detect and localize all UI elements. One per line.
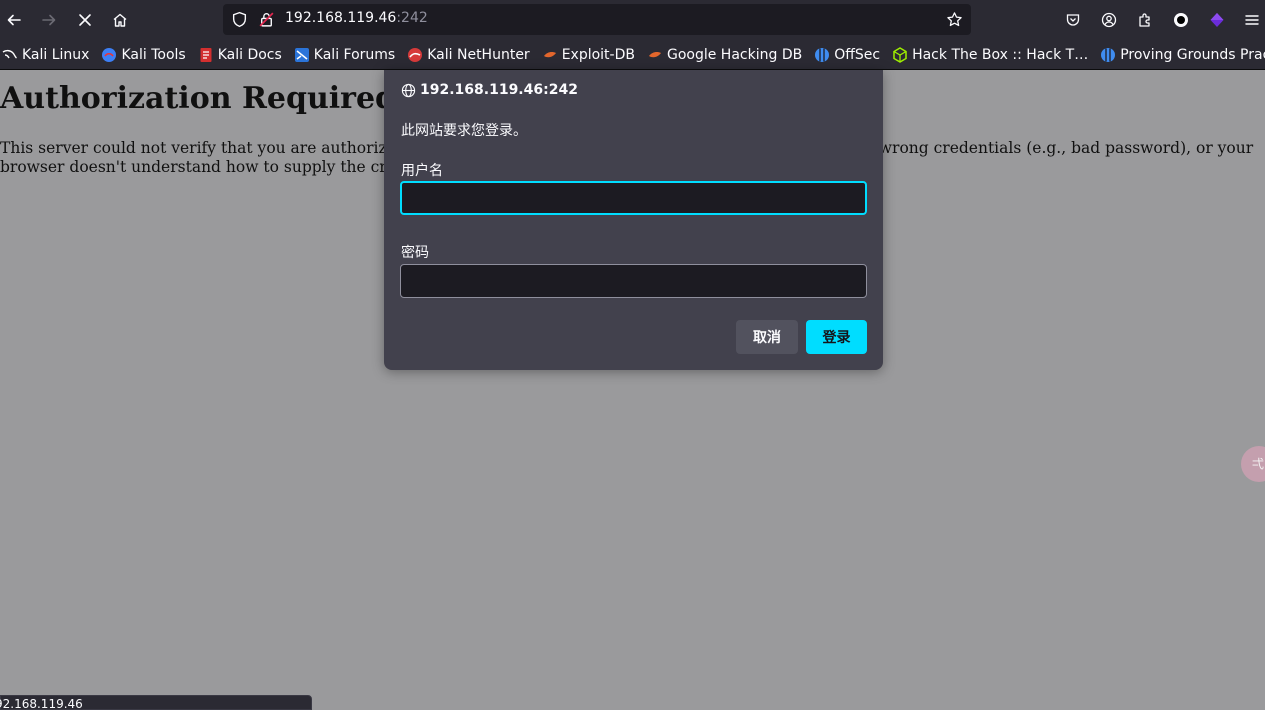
url-host: 192.168.119.46 [285,10,397,26]
bookmark-label: Kali Forums [313,46,396,63]
extensions-icon[interactable] [1131,6,1159,34]
login-button[interactable]: 登录 [806,320,867,354]
bookmark-google-hacking-db[interactable]: Google Hacking DB [647,40,802,70]
status-bar: 92.168.119.46 [0,695,312,710]
dialog-message: 此网站要求您登录。 [401,123,527,139]
proving-grounds-icon [1101,47,1116,62]
ghdb-icon [648,51,661,57]
password-label: 密码 [401,245,429,261]
bookmark-offsec[interactable]: OffSec [814,40,880,70]
home-icon[interactable] [106,6,134,34]
globe-icon [401,83,416,97]
dialog-host-text: 192.168.119.46:242 [420,82,578,98]
bookmark-label: Proving Grounds Pract… [1120,46,1265,63]
bookmark-label: OffSec [834,46,881,63]
bookmark-kali-tools[interactable]: Kali Tools [101,40,186,70]
shield-icon[interactable] [231,11,248,28]
browser-toolbar: 192.168.119.46:242 [0,0,1265,40]
bookmark-label: Google Hacking DB [666,46,803,63]
username-label: 用户名 [401,163,443,179]
kali-tools-icon [102,47,117,62]
account-icon[interactable] [1095,6,1123,34]
hackthebox-icon [893,46,907,63]
url-port: :242 [396,10,428,26]
password-input[interactable] [400,264,867,298]
kali-docs-icon [200,47,212,62]
star-icon[interactable] [946,11,963,28]
extension-circle-icon[interactable] [1167,6,1195,34]
nethunter-icon [408,47,423,62]
forward-arrow-icon[interactable] [35,6,63,34]
auth-dialog: 192.168.119.46:242 此网站要求您登录。 用户名 密码 取消 登… [384,70,883,370]
bookmark-label: Kali Linux [22,46,90,63]
bookmark-hack-the-box[interactable]: Hack The Box :: Hack T… [892,40,1088,70]
bookmarks-toolbar: Kali Linux Kali Tools Kali Docs Kali For… [0,40,1265,70]
bookmark-label: Exploit-DB [561,46,635,63]
exploit-db-icon [543,51,556,57]
menu-icon[interactable] [1238,6,1265,34]
page-title: Authorization Required [0,81,397,116]
bookmark-label: Hack The Box :: Hack T… [912,46,1089,63]
insecure-lock-icon[interactable] [258,11,275,28]
bookmark-label: Kali Docs [217,46,282,63]
status-url-text: 92.168.119.46 [0,697,83,710]
bookmark-kali-forums[interactable]: Kali Forums [294,40,395,70]
bookmark-kali-docs[interactable]: Kali Docs [198,40,282,70]
floating-widget-label: 弌 [1252,457,1265,471]
dialog-host: 192.168.119.46:242 [401,82,578,98]
bookmark-kali-linux[interactable]: Kali Linux [2,40,89,70]
extension-cube-icon[interactable] [1203,6,1231,34]
username-input[interactable] [400,181,867,215]
pocket-icon[interactable] [1059,6,1087,34]
bookmark-label: Kali NetHunter [427,46,530,63]
back-arrow-icon[interactable] [0,6,28,34]
address-bar[interactable]: 192.168.119.46:242 [223,4,971,35]
bookmark-label: Kali Tools [121,46,186,63]
kali-dragon-icon [2,49,17,59]
offsec-icon [815,47,830,62]
url-text[interactable]: 192.168.119.46:242 [285,10,428,26]
bookmark-kali-nethunter[interactable]: Kali NetHunter [407,40,530,70]
bookmark-proving-grounds[interactable]: Proving Grounds Pract… [1100,40,1265,70]
bookmark-exploit-db[interactable]: Exploit-DB [542,40,635,70]
cancel-button[interactable]: 取消 [736,320,798,354]
kali-forums-icon [294,47,309,62]
stop-icon[interactable] [71,6,99,34]
